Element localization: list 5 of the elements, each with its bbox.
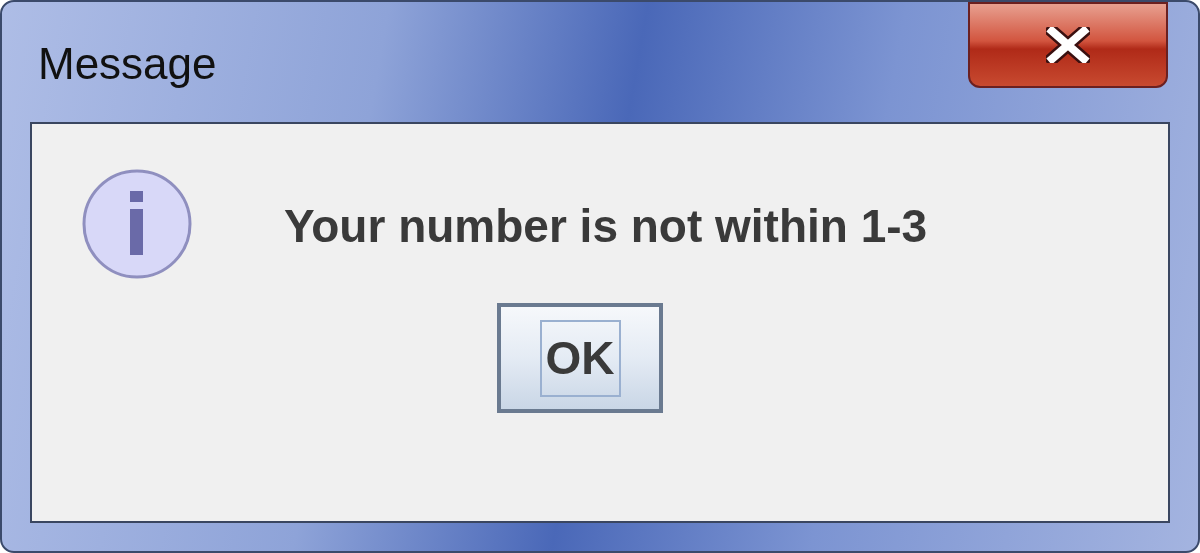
window-title: Message	[38, 42, 217, 86]
ok-button[interactable]: OK	[497, 303, 663, 413]
message-text: Your number is not within 1-3	[284, 198, 928, 254]
close-button[interactable]	[968, 2, 1168, 88]
close-icon	[1046, 27, 1090, 63]
